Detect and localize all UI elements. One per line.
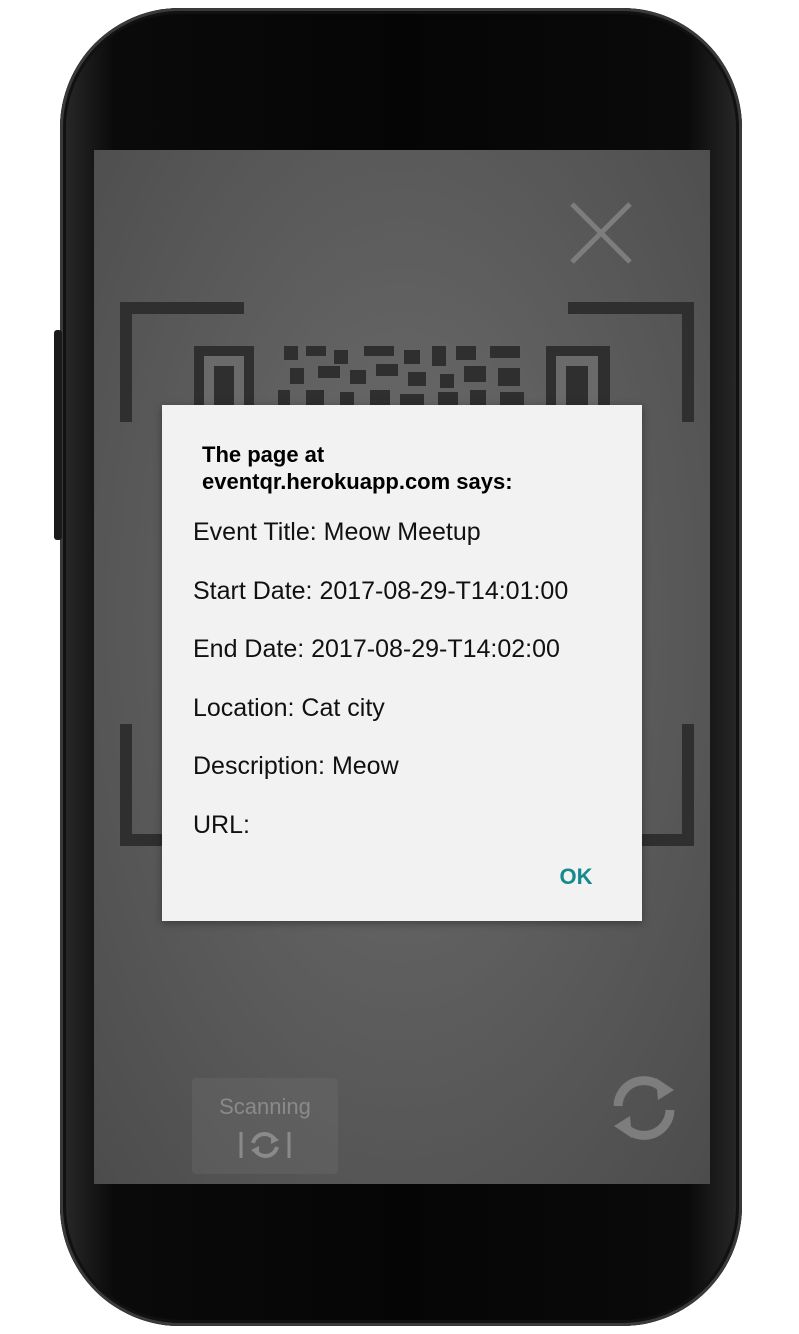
end-date-line: End Date: 2017-08-29-T14:02:00 [193,635,560,663]
close-icon[interactable] [568,200,634,266]
scanning-label: Scanning [219,1094,311,1119]
ok-button[interactable]: OK [546,861,606,893]
start-date-line: Start Date: 2017-08-29-T14:01:00 [193,577,569,605]
camera-switch-icon [239,1132,291,1158]
alert-dialog: The page at eventqr.herokuapp.com says: … [162,405,642,921]
location-line: Location: Cat city [193,694,385,722]
refresh-icon[interactable] [608,1072,680,1144]
url-line: URL: [193,811,250,839]
description-line: Description: Meow [193,752,399,780]
event-title-line: Event Title: Meow Meetup [193,518,481,546]
qr-code-preview [194,346,610,406]
phone-side-button [54,330,62,540]
dialog-title-line-2: eventqr.herokuapp.com says: [202,469,513,494]
dialog-title: The page at eventqr.herokuapp.com says: [202,441,622,495]
scan-mode-button[interactable]: Scanning [192,1078,338,1174]
dialog-title-line-1: The page at [202,442,325,467]
